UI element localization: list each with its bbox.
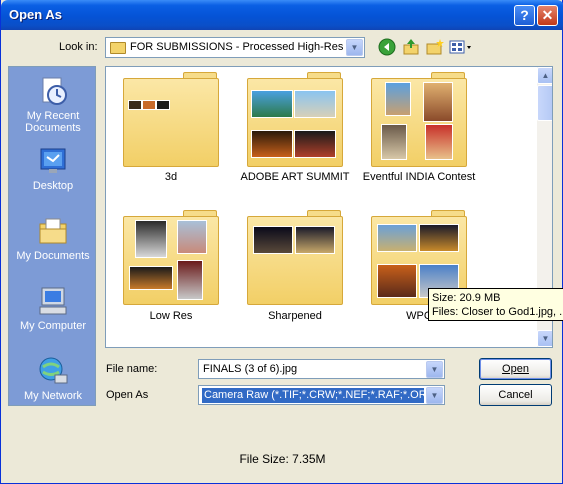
open-as-label: Open As [106, 389, 149, 401]
up-folder-icon[interactable] [401, 38, 421, 58]
file-size-readout: File Size: 7.35M [239, 452, 326, 466]
folder-name: 3d [164, 171, 178, 183]
folder-name: Eventful INDIA Contest [362, 171, 476, 183]
folder-name: Low Res [149, 310, 193, 322]
places-bar: My Recent Documents Desktop My Documents… [8, 66, 96, 406]
place-label: My Network [23, 390, 83, 402]
place-label: My Computer [19, 320, 87, 332]
place-my-documents[interactable]: My Documents [9, 215, 97, 262]
scroll-thumb[interactable] [537, 85, 552, 121]
folder-name: Sharpened [268, 310, 322, 322]
chevron-down-icon[interactable]: ▼ [346, 39, 363, 56]
open-button[interactable]: Open [479, 358, 552, 380]
place-desktop[interactable]: Desktop [9, 145, 97, 192]
place-label: Desktop [32, 180, 74, 192]
desktop-icon [37, 145, 69, 177]
open-as-dialog: Open As ? ✕ Look in: FOR SUBMISSIONS - P… [0, 0, 563, 484]
chevron-down-icon[interactable]: ▼ [426, 361, 443, 378]
place-my-network[interactable]: My Network [9, 355, 97, 402]
my-documents-icon [37, 215, 69, 247]
folder-tooltip: Size: 20.9 MB Files: Closer to God1.jpg,… [428, 288, 563, 321]
folder-item[interactable] [123, 210, 219, 305]
back-icon[interactable] [377, 38, 397, 58]
place-recent-documents[interactable]: My Recent Documents [9, 75, 97, 134]
folder-item[interactable] [123, 72, 219, 167]
tooltip-files: Files: Closer to God1.jpg, ... [432, 306, 563, 318]
place-label: My Documents [16, 250, 90, 262]
look-in-dropdown[interactable]: FOR SUBMISSIONS - Processed High-Res ▼ [105, 37, 365, 58]
file-name-label: File name: [106, 363, 158, 375]
close-button[interactable]: ✕ [537, 5, 558, 26]
file-name-value: FINALS (3 of 6).jpg [203, 363, 298, 375]
views-menu-icon[interactable] [449, 38, 473, 58]
window-title: Open As [9, 7, 62, 22]
title-bar[interactable]: Open As ? ✕ [1, 0, 563, 30]
scroll-down-icon[interactable]: ▼ [537, 330, 552, 347]
folder-item[interactable] [371, 72, 467, 167]
look-in-label: Look in: [59, 41, 98, 53]
help-button[interactable]: ? [514, 5, 535, 26]
my-computer-icon [37, 285, 69, 317]
file-name-field[interactable]: FINALS (3 of 6).jpg ▼ [198, 359, 445, 379]
open-button-label: Open [502, 363, 529, 375]
folder-name: ADOBE ART SUMMIT [240, 171, 350, 183]
folder-icon [110, 42, 126, 54]
folder-item[interactable] [247, 210, 343, 305]
my-network-icon [37, 355, 69, 387]
open-as-dropdown[interactable]: Camera Raw (*.TIF;*.CRW;*.NEF;*.RAF;*.OR… [198, 385, 445, 405]
scroll-up-icon[interactable]: ▲ [537, 67, 552, 84]
place-label: My Recent Documents [25, 110, 81, 134]
folder-icon [123, 78, 219, 167]
tooltip-size: Size: 20.9 MB [432, 292, 501, 304]
recent-documents-icon [37, 75, 69, 107]
cancel-button[interactable]: Cancel [479, 384, 552, 406]
folder-item[interactable] [247, 72, 343, 167]
new-folder-icon[interactable] [425, 38, 445, 58]
chevron-down-icon[interactable]: ▼ [426, 387, 443, 404]
place-my-computer[interactable]: My Computer [9, 285, 97, 332]
look-in-value: FOR SUBMISSIONS - Processed High-Res [130, 41, 344, 53]
open-as-value: Camera Raw (*.TIF;*.CRW;*.NEF;*.RAF;*.OR… [201, 387, 425, 404]
